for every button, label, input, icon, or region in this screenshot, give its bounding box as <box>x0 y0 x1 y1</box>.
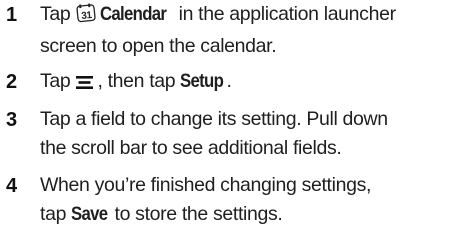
text-run: Tap <box>40 70 76 92</box>
svg-text:31: 31 <box>81 10 93 22</box>
menu-icon <box>76 70 94 99</box>
calendar-app-icon: 31 <box>76 3 97 32</box>
text-run: tap <box>40 202 72 225</box>
step-number: 2 <box>6 71 18 93</box>
step-text: Tap a field to change its setting. Pull … <box>40 105 460 162</box>
step-text-line-2: tap Save to store the settings. <box>40 200 460 229</box>
step-text-line-1: Tap a field to change its setting. Pull … <box>40 108 388 130</box>
step-number: 4 <box>6 175 18 197</box>
text-run: to store the settings. <box>109 202 283 225</box>
save-keyword: Save <box>71 202 108 225</box>
step-text: Tap 31 Calendar in the application launc… <box>40 0 460 60</box>
text-run: . <box>226 70 232 92</box>
calendar-keyword: Calendar <box>100 3 167 25</box>
step-number: 3 <box>6 109 18 131</box>
step-text-line-1: Tap 31 Calendar in the application launc… <box>40 0 460 32</box>
step-text-line-1: When you’re finished changing settings, <box>40 174 372 196</box>
text-run: , then tap <box>97 70 181 92</box>
text-run: Tap <box>40 3 76 25</box>
step-text-line-2: the scroll bar to see additional fields. <box>40 136 342 159</box>
step-text: When you’re finished changing settings, … <box>40 171 460 228</box>
text-run: in the application launcher <box>173 3 396 25</box>
step-text: Tap , then tap Setup. <box>40 67 460 99</box>
step-text-line-2: screen to open the calendar. <box>40 34 277 57</box>
step-number: 1 <box>6 4 18 26</box>
step-text-line-1: Tap , then tap Setup. <box>40 67 460 99</box>
setup-keyword: Setup <box>180 70 224 92</box>
